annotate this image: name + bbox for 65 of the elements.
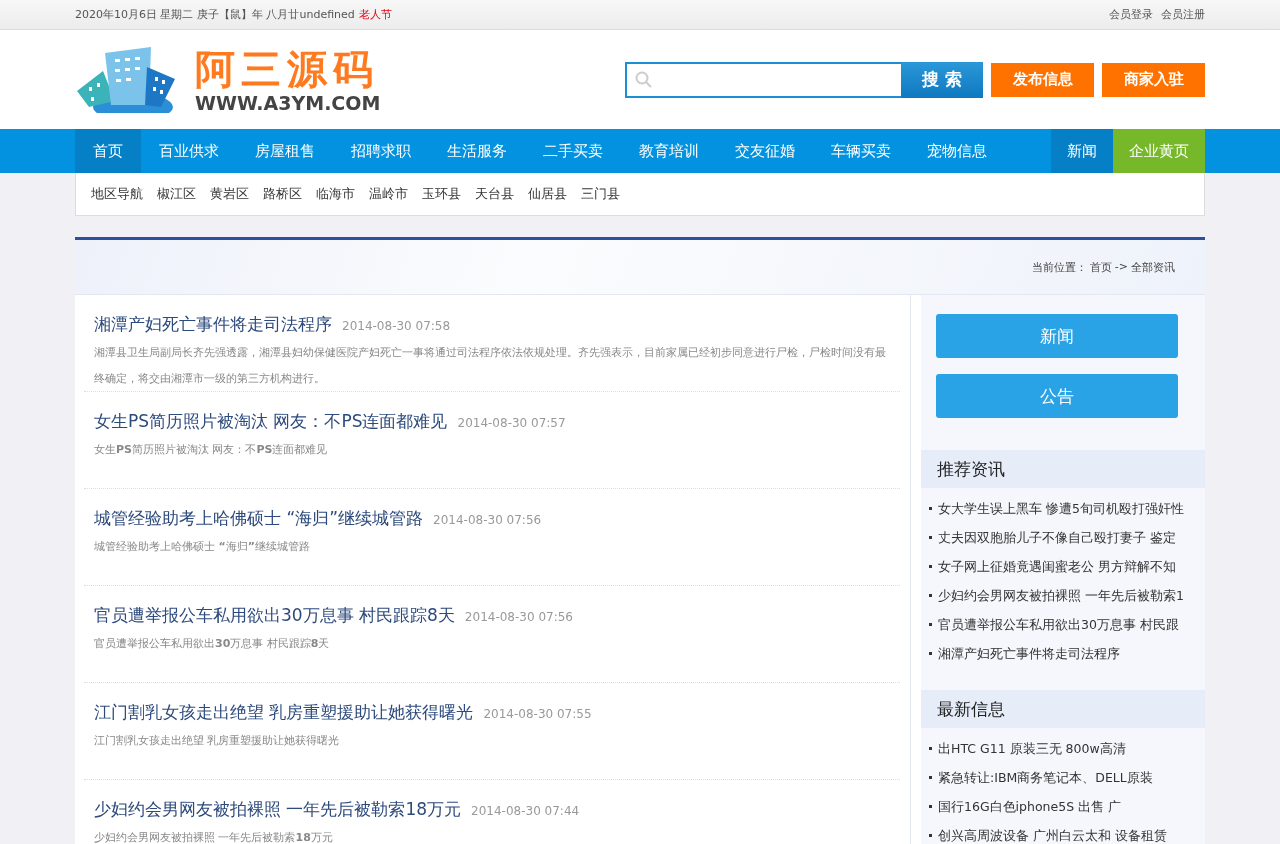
news-link[interactable]: 女子网上征婚竟遇闺蜜老公 男方辩解不知 xyxy=(929,552,1205,581)
bullet-icon xyxy=(929,805,932,808)
article-time: 2014-08-30 07:58 xyxy=(342,319,451,333)
search-field[interactable] xyxy=(625,61,901,98)
article-summary: 城管经验助考上哈佛硕士 “海归”继续城管路 xyxy=(94,539,311,555)
news-link[interactable]: 女大学生误上黑车 惨遭5旬司机殴打强奸性 xyxy=(929,494,1205,523)
article-title[interactable]: 湘潭产妇死亡事件将走司法程序 xyxy=(94,313,332,336)
article-time: 2014-08-30 07:44 xyxy=(471,804,580,818)
region-link[interactable]: 天台县 xyxy=(475,185,514,203)
date-text: 2020年10月6日 星期二 庚子【鼠】年 八月廿undefined xyxy=(75,8,355,21)
bullet-icon xyxy=(929,507,932,510)
search-icon xyxy=(635,70,653,89)
breadcrumb-current: 全部资讯 xyxy=(1131,259,1175,275)
member-link[interactable]: 会员登录 xyxy=(1109,7,1153,22)
bullet-icon xyxy=(929,536,932,539)
article-title[interactable]: 少妇约会男网友被拍裸照 一年先后被勒索18万元 xyxy=(94,798,462,821)
article-title[interactable]: 女生PS简历照片被淘汰 网友：不PS连面都难见 xyxy=(94,410,448,433)
bullet-icon xyxy=(929,747,932,750)
news-link[interactable]: 紧急转让:IBM商务笔记本、DELL原装 xyxy=(929,763,1205,792)
logo-title: 阿三源码 xyxy=(195,45,380,92)
news-link[interactable]: 官员遭举报公车私用欲出30万息事 村民跟 xyxy=(929,610,1205,639)
article-summary: 少妇约会男网友被拍裸照 一年先后被勒索18万元 xyxy=(94,830,334,844)
breadcrumb-separator: -> xyxy=(1114,259,1128,275)
news-link[interactable]: 少妇约会男网友被拍裸照 一年先后被勒索1 xyxy=(929,581,1205,610)
nav-tab[interactable]: 新闻 xyxy=(1051,129,1113,173)
article-time: 2014-08-30 07:55 xyxy=(483,707,592,721)
festival-text: 老人节 xyxy=(358,8,392,21)
news-link[interactable]: 湘潭产妇死亡事件将走司法程序 xyxy=(929,639,1205,668)
region-link[interactable]: 椒江区 xyxy=(157,185,196,203)
region-link[interactable]: 仙居县 xyxy=(528,185,567,203)
region-link[interactable]: 温岭市 xyxy=(369,185,408,203)
bullet-icon xyxy=(929,565,932,568)
article-title[interactable]: 城管经验助考上哈佛硕士 “海归”继续城管路 xyxy=(94,507,424,530)
region-link[interactable]: 三门县 xyxy=(581,185,620,203)
news-link[interactable]: 出HTC G11 原装三无 800w高清 xyxy=(929,734,1205,763)
news-link[interactable]: 创兴高周波设备 广州白云太和 设备租赁 xyxy=(929,821,1205,844)
article-time: 2014-08-30 07:56 xyxy=(433,513,542,527)
news-link[interactable]: 国行16G白色iphone5S 出售 广 xyxy=(929,792,1205,821)
article-time: 2014-08-30 07:57 xyxy=(457,416,566,430)
breadcrumb-label: 当前位置： xyxy=(1031,259,1087,275)
article-summary: 江门割乳女孩走出绝望 乳房重塑援助让她获得曙光 xyxy=(94,733,341,749)
search-button[interactable]: 搜 索 xyxy=(901,61,983,98)
article-summary: 官员遭举报公车私用欲出30万息事 村民跟踪8天 xyxy=(94,636,331,652)
nav-tab[interactable]: 首页 xyxy=(75,129,141,173)
news-link[interactable]: 丈夫因双胞胎儿子不像自己殴打妻子 鉴定 xyxy=(929,523,1205,552)
article-summary: 女生PS简历照片被淘汰 网友：不PS连面都难见 xyxy=(94,442,329,458)
bullet-icon xyxy=(929,776,932,779)
section-heading: 最新信息 xyxy=(921,690,1205,728)
bullet-icon xyxy=(929,623,932,626)
article-title[interactable]: 官员遭举报公车私用欲出30万息事 村民跟踪8天 xyxy=(94,604,455,627)
region-link[interactable]: 路桥区 xyxy=(263,185,302,203)
section-heading: 推荐资讯 xyxy=(921,450,1205,488)
bullet-icon xyxy=(929,652,932,655)
region-link[interactable]: 玉环县 xyxy=(422,185,461,203)
article-summary: 湘潭县卫生局副局长齐先强透露，湘潭县妇幼保健医院产妇死亡一事将通过司法程序依法依规处理。齐先强表示，目前家属已经初步同意进行尸检，尸检时间没有最终确定，将交由湘潭市一级的第三方机构进行。 xyxy=(94,345,887,387)
bullet-icon xyxy=(929,594,932,597)
article-title[interactable]: 江门割乳女孩走出绝望 乳房重塑援助让她获得曙光 xyxy=(94,701,474,724)
article-time: 2014-08-30 07:56 xyxy=(464,610,573,624)
region-link[interactable]: 黄岩区 xyxy=(210,185,249,203)
region-link[interactable]: 临海市 xyxy=(316,185,355,203)
member-link[interactable]: 会员注册 xyxy=(1161,7,1205,22)
breadcrumb-link[interactable]: 首页 xyxy=(1089,259,1112,275)
bullet-icon xyxy=(929,834,932,837)
region-label: 地区导航 xyxy=(91,185,143,203)
logo-url: WWW.A3YM.COM xyxy=(195,91,381,114)
